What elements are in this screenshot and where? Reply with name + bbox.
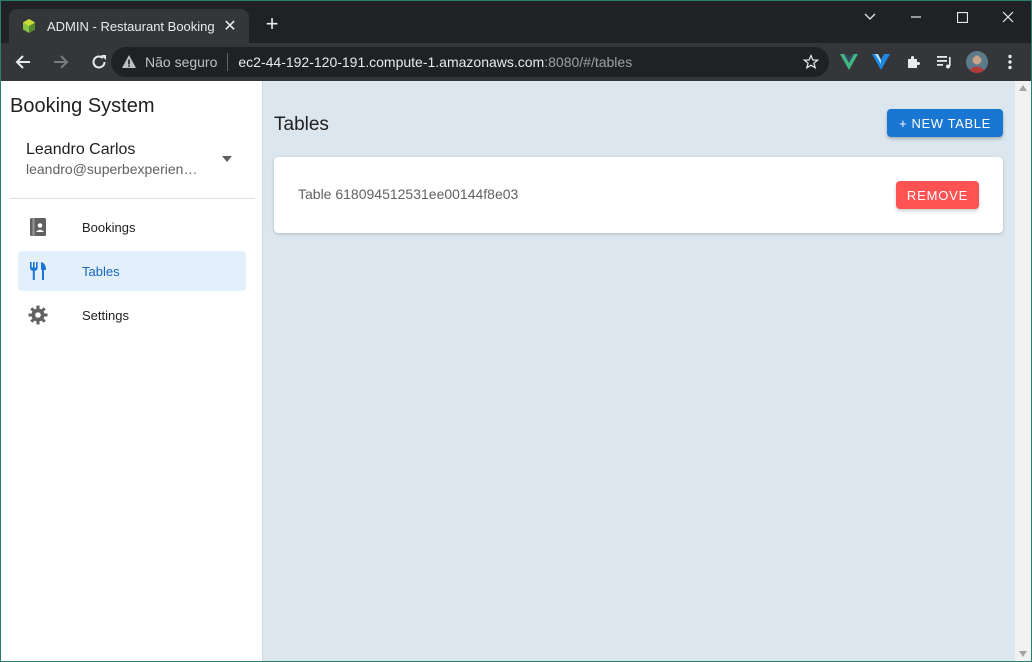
- sidebar-item-label: Bookings: [82, 219, 136, 235]
- user-name: Leandro Carlos: [26, 141, 136, 158]
- browser-window: ADMIN - Restaurant Booking ✕ + Não segur…: [0, 0, 1032, 662]
- scroll-down-arrow-icon[interactable]: [1019, 651, 1027, 657]
- media-playlist-icon[interactable]: [935, 52, 955, 72]
- browser-toolbar: Não seguro ec2-44-192-120-191.compute-1.…: [1, 43, 1031, 81]
- table-label: Table 618094512531ee00144f8e03: [298, 186, 519, 202]
- sidebar-item-bookings[interactable]: Bookings: [18, 207, 246, 247]
- tab-close-icon[interactable]: ✕: [221, 16, 239, 36]
- table-card: Table 618094512531ee00144f8e03 REMOVE: [274, 157, 1003, 233]
- back-button[interactable]: [7, 46, 39, 78]
- vuetify-favicon-icon: [23, 19, 35, 33]
- arrow-right-icon: [54, 55, 69, 69]
- main-content: Tables + NEW TABLE Table 618094512531ee0…: [263, 81, 1015, 661]
- brand-title: Booking System: [10, 95, 155, 117]
- app-viewport: Booking System Leandro Carlos leandro@su…: [1, 81, 1031, 661]
- user-account[interactable]: Leandro Carlos leandro@superbexperience.…: [26, 141, 246, 177]
- new-tab-button[interactable]: +: [261, 13, 283, 35]
- navigation-drawer: Booking System Leandro Carlos leandro@su…: [1, 81, 263, 661]
- tab-title: ADMIN - Restaurant Booking: [47, 18, 215, 34]
- silverware-icon: [18, 261, 58, 281]
- url-host: ec2-44-192-120-191.compute-1.amazonaws.c…: [238, 54, 545, 70]
- browser-tab[interactable]: ADMIN - Restaurant Booking ✕: [9, 9, 249, 43]
- page-scrollbar[interactable]: [1015, 81, 1031, 661]
- remove-table-button[interactable]: REMOVE: [896, 181, 979, 209]
- vuetify-extension-icon[interactable]: [871, 52, 891, 72]
- new-table-button[interactable]: + NEW TABLE: [887, 109, 1003, 137]
- url-path: :8080/#/tables: [544, 54, 633, 70]
- user-email: leandro@superbexperience.com: [26, 161, 198, 177]
- kebab-menu-icon[interactable]: [1000, 52, 1020, 72]
- omnibox-divider: [227, 53, 229, 71]
- tab-strip: ADMIN - Restaurant Booking ✕ +: [1, 1, 1031, 43]
- sidebar-item-label: Tables: [82, 263, 120, 279]
- warning-icon: [122, 55, 136, 68]
- sidebar-item-label: Settings: [82, 307, 129, 323]
- profile-avatar-icon[interactable]: [966, 51, 988, 73]
- maximize-icon[interactable]: [939, 1, 985, 33]
- tab-search-icon[interactable]: [847, 1, 893, 33]
- sidebar-item-settings[interactable]: Settings: [18, 295, 246, 335]
- forward-button[interactable]: [45, 46, 77, 78]
- address-bar[interactable]: Não seguro ec2-44-192-120-191.compute-1.…: [111, 47, 829, 77]
- gear-icon: [18, 305, 58, 325]
- extensions-puzzle-icon[interactable]: [903, 52, 923, 72]
- sidebar-item-tables[interactable]: Tables: [18, 251, 246, 291]
- page-title: Tables: [274, 114, 329, 135]
- security-label[interactable]: Não seguro: [145, 54, 217, 70]
- scroll-up-arrow-icon[interactable]: [1019, 85, 1027, 91]
- book-icon: [18, 217, 58, 237]
- close-window-icon[interactable]: [985, 1, 1031, 33]
- reload-icon: [92, 55, 106, 69]
- arrow-left-icon: [15, 55, 30, 69]
- bookmark-star-icon[interactable]: [803, 54, 819, 70]
- minimize-icon[interactable]: [893, 1, 939, 33]
- vue-devtools-icon[interactable]: [839, 52, 859, 72]
- caret-down-icon[interactable]: [221, 155, 233, 163]
- sidebar-divider: [10, 198, 255, 199]
